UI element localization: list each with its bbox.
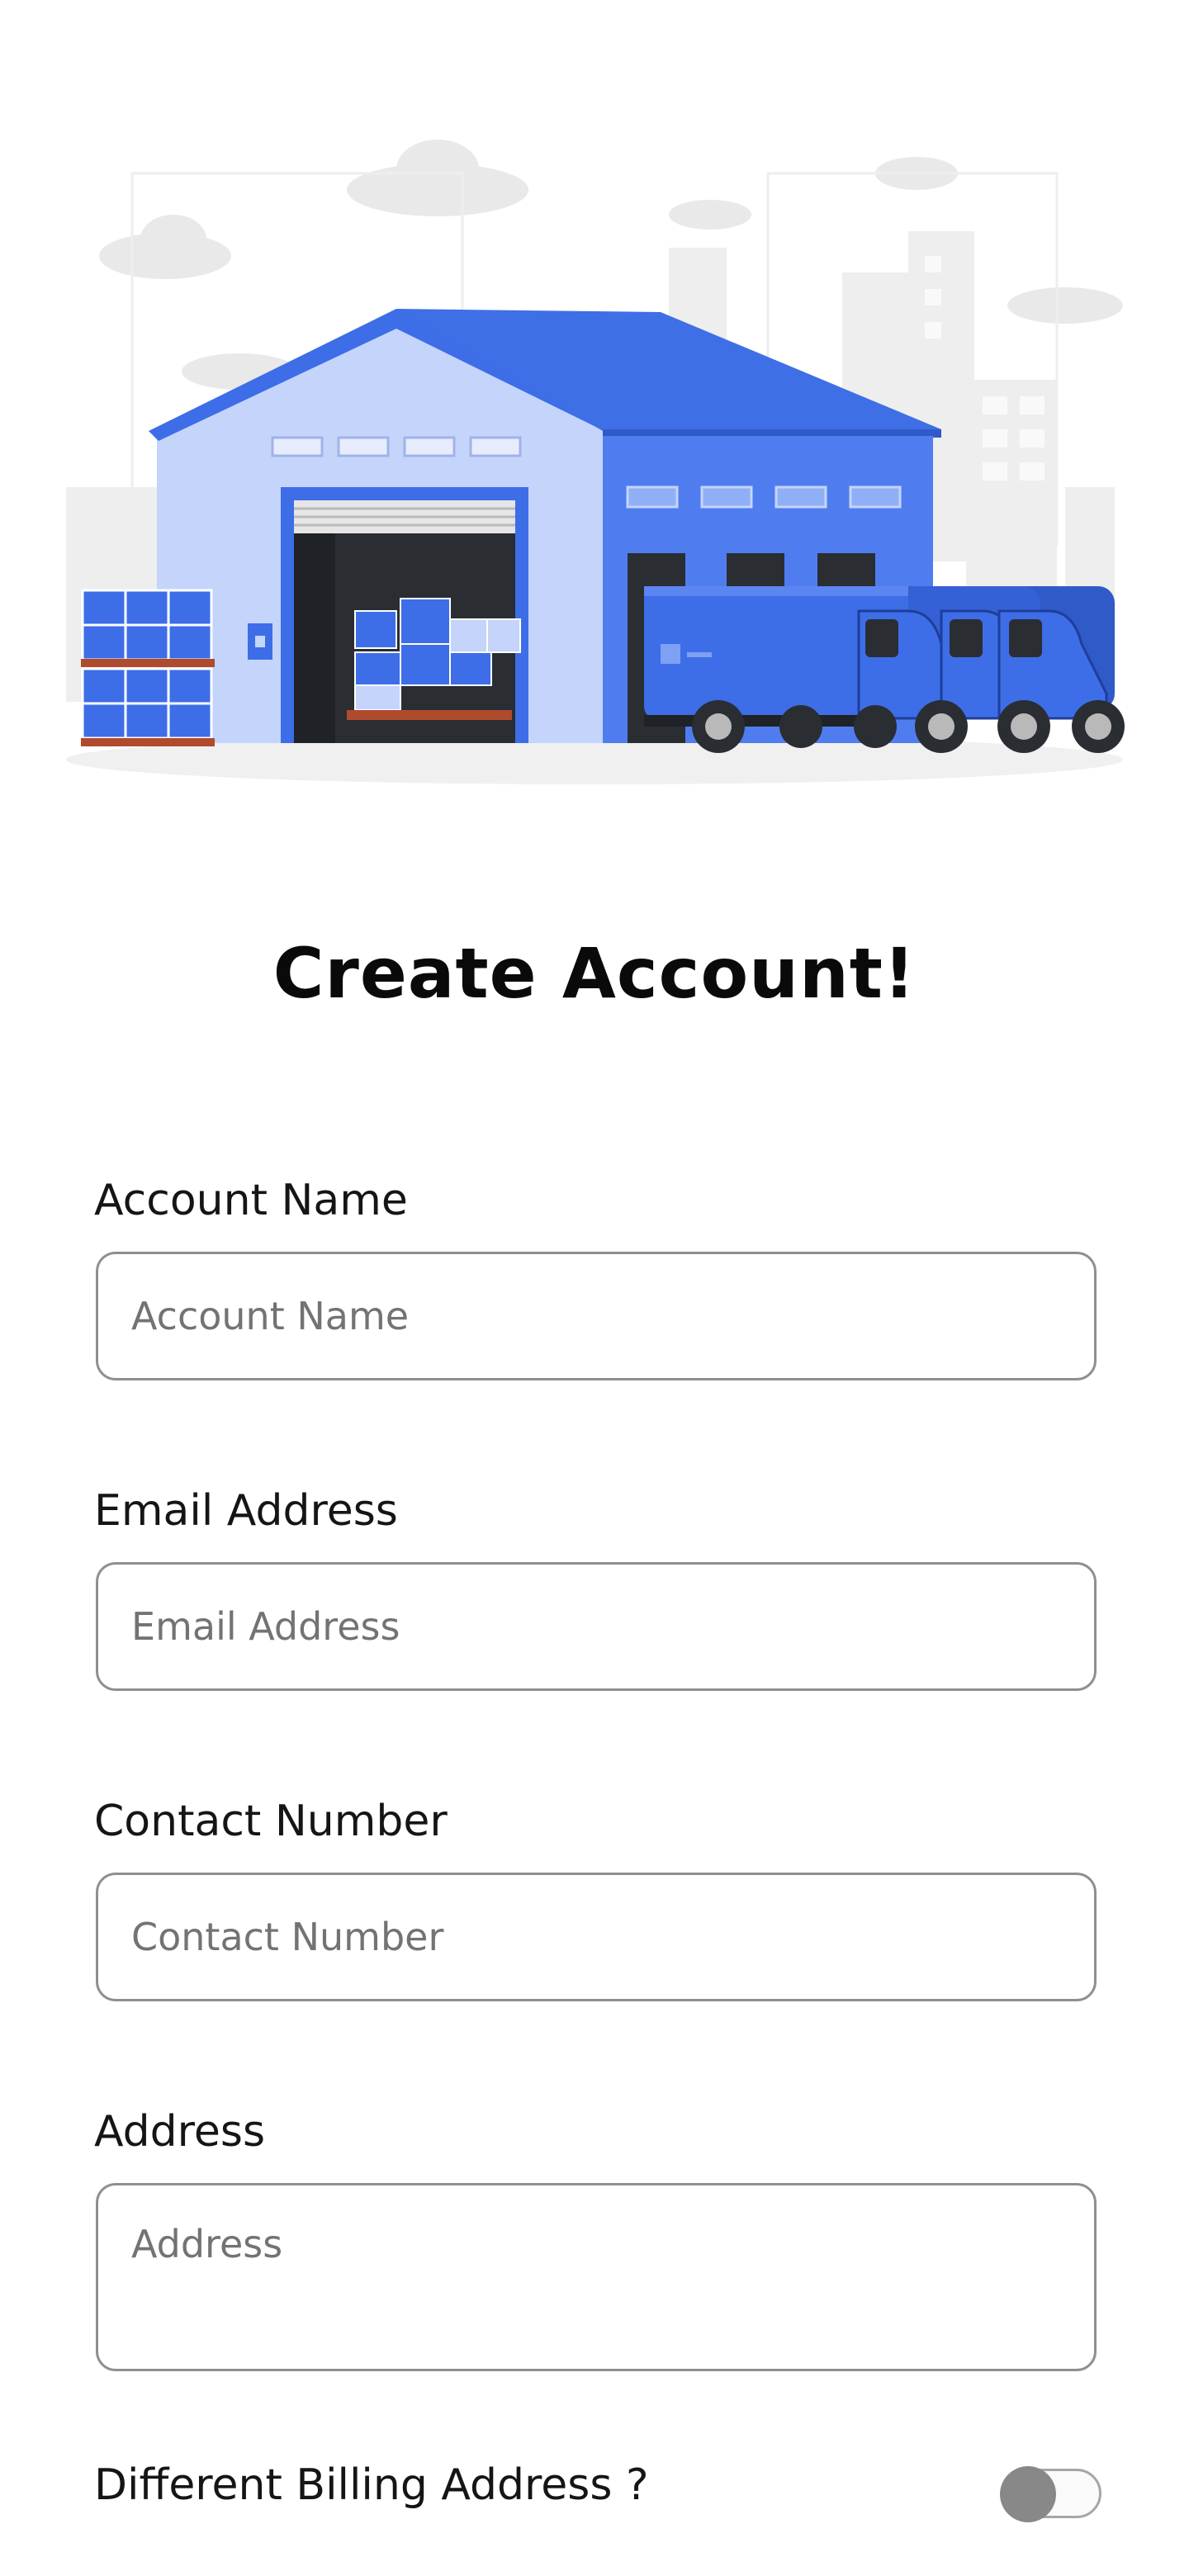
contact-number-label: Contact Number — [94, 1797, 448, 1846]
billing-address-toggle[interactable] — [1000, 2466, 1101, 2522]
toggle-knob — [1000, 2466, 1056, 2522]
page-title: Create Account! — [272, 933, 917, 1014]
email-address-input[interactable] — [96, 1562, 1097, 1691]
address-textarea[interactable] — [96, 2183, 1097, 2371]
account-name-input[interactable] — [96, 1252, 1097, 1380]
account-name-label: Account Name — [94, 1176, 408, 1225]
contact-number-input[interactable] — [96, 1873, 1097, 2001]
hero-illustration — [50, 124, 1139, 801]
email-address-label: Email Address — [94, 1486, 398, 1536]
address-label: Address — [94, 2107, 266, 2157]
different-billing-address-label: Different Billing Address ? — [94, 2460, 649, 2510]
warehouse-illustration — [66, 140, 1125, 784]
